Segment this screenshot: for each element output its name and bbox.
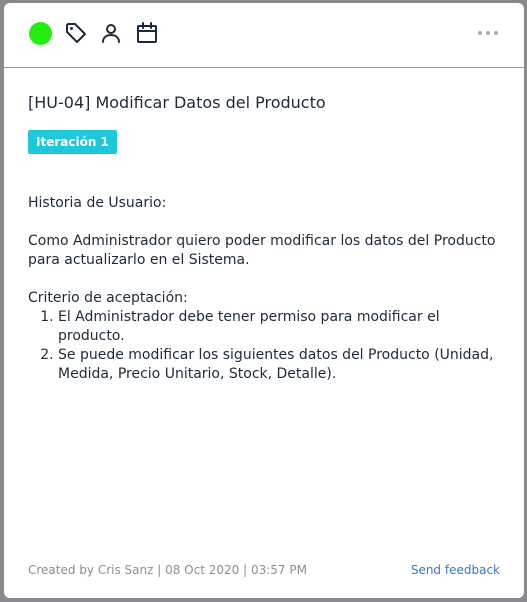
description-heading: Historia de Usuario: bbox=[28, 195, 167, 211]
calendar-icon[interactable] bbox=[135, 21, 159, 45]
tag-icon[interactable] bbox=[64, 21, 88, 45]
card-title[interactable]: [HU-04] Modificar Datos del Producto bbox=[28, 93, 326, 112]
more-horizontal-icon[interactable] bbox=[476, 25, 500, 41]
status-indicator[interactable] bbox=[29, 22, 52, 45]
person-icon[interactable] bbox=[99, 21, 123, 45]
user-story-text: Como Administrador quiero poder modifica… bbox=[28, 233, 496, 268]
criteria-list: El Administrador debe tener permiso para… bbox=[28, 308, 498, 384]
criteria-item: El Administrador debe tener permiso para… bbox=[58, 308, 498, 346]
criteria-heading: Criterio de aceptación: bbox=[28, 290, 188, 306]
criteria-item: Se puede modificar los siguientes datos … bbox=[58, 346, 498, 384]
card-toolbar bbox=[4, 3, 524, 68]
created-info: Created by Cris Sanz | 08 Oct 2020 | 03:… bbox=[28, 563, 307, 577]
iteration-tag[interactable]: Iteración 1 bbox=[28, 130, 117, 154]
send-feedback-link[interactable]: Send feedback bbox=[411, 563, 500, 577]
card-detail-panel: [HU-04] Modificar Datos del Producto Ite… bbox=[4, 3, 524, 598]
card-description[interactable]: Historia de Usuario: Como Administrador … bbox=[28, 194, 498, 384]
